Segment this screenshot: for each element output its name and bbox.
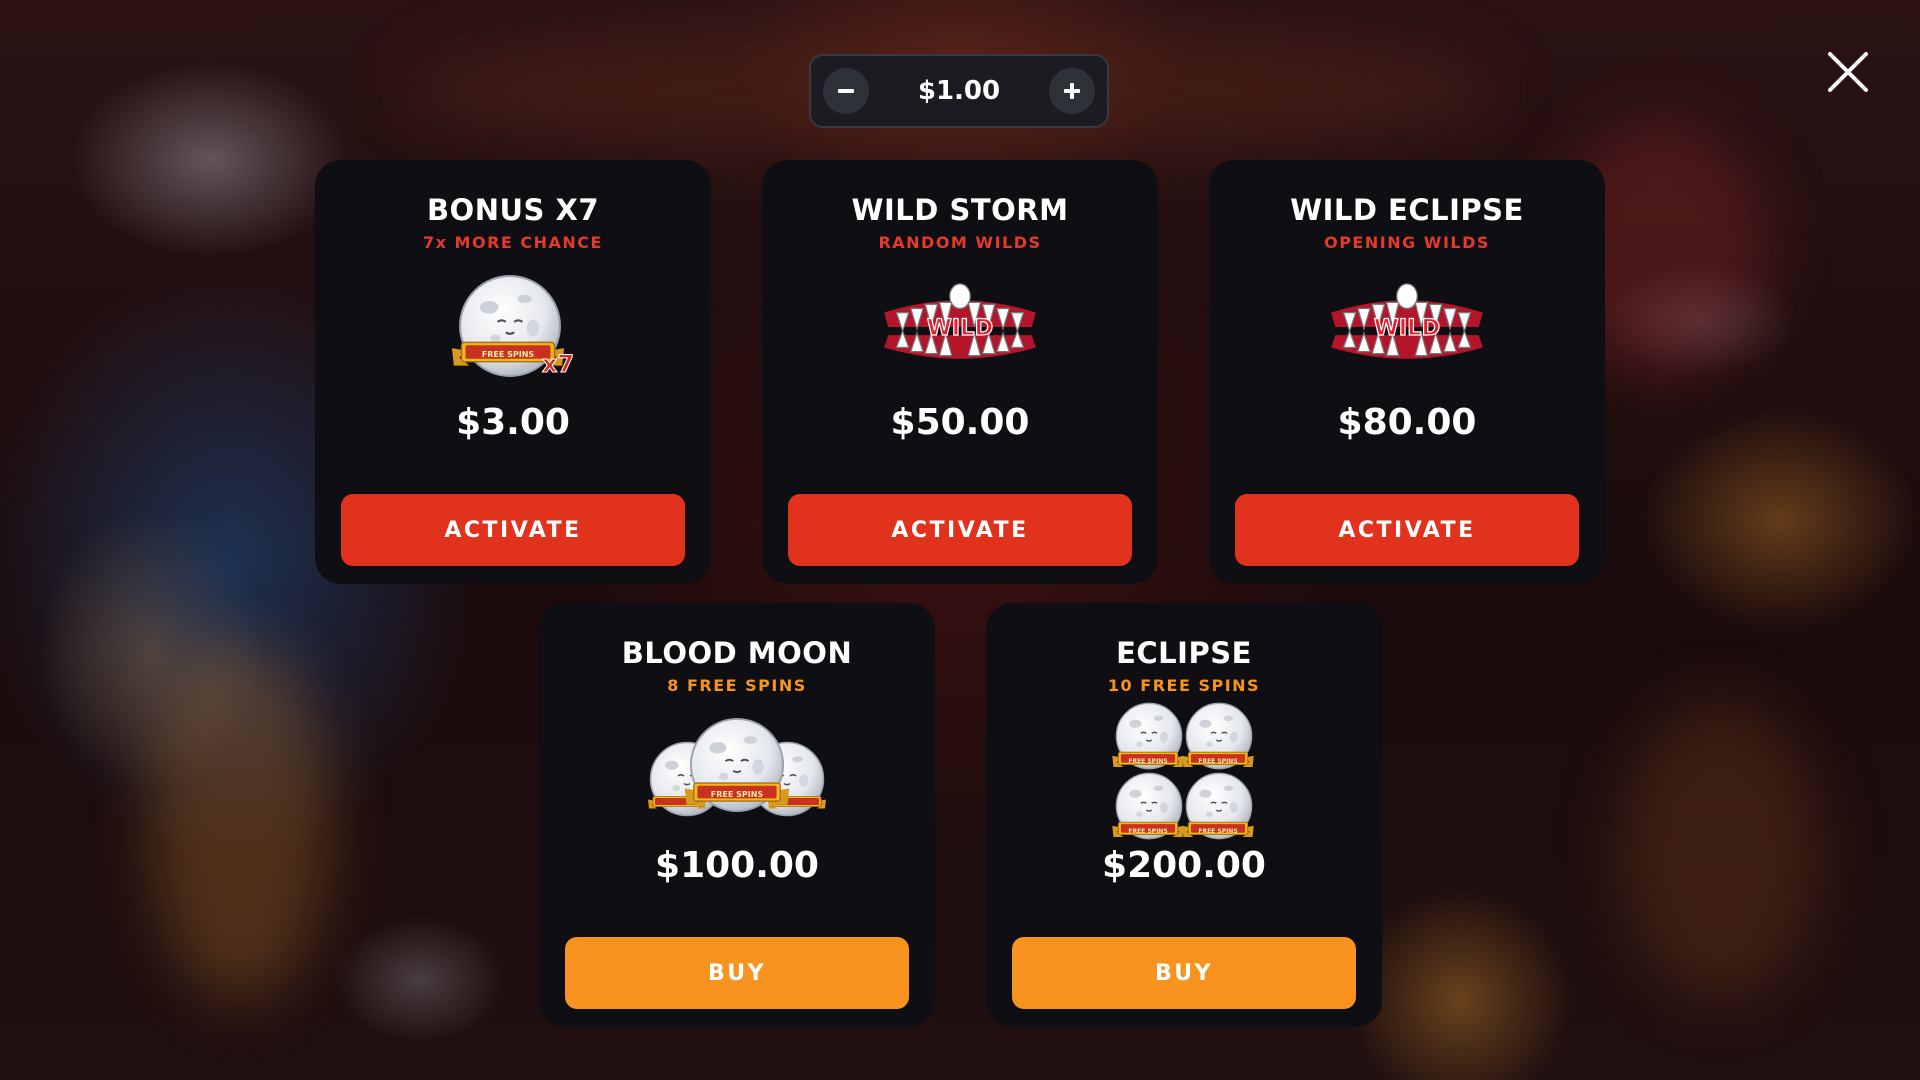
minus-icon <box>838 89 854 93</box>
moon-badge: FREE SPINS <box>1128 758 1167 765</box>
increase-bet-button[interactable] <box>1049 68 1095 114</box>
card-title: BLOOD MOON <box>621 636 853 670</box>
card-subtitle: 8 FREE SPINS <box>667 676 807 695</box>
plus-icon <box>1064 83 1080 99</box>
four-moons-free-spins-icon: FREE SPINS FREE SPINS FREE SPINS FREE SP… <box>1054 702 1314 842</box>
card-subtitle: 7x MORE CHANCE <box>423 233 603 252</box>
wild-fangs-icon: WILD <box>830 263 1090 393</box>
buy-button[interactable]: BUY <box>565 937 909 1009</box>
feature-card-blood-moon: BLOOD MOON 8 FREE SPINS FREE SPINS $100.… <box>539 603 935 1027</box>
moon-free-spins-x7-icon: FREE SPINS x7 <box>383 263 643 393</box>
feature-card-eclipse: ECLIPSE 10 FREE SPINS FREE SPINS FREE SP… <box>986 603 1382 1027</box>
close-button[interactable] <box>1826 50 1870 94</box>
wild-badge: WILD <box>927 315 993 341</box>
card-price: $80.00 <box>1337 402 1477 443</box>
card-subtitle: RANDOM WILDS <box>878 233 1042 252</box>
card-title: BONUS X7 <box>426 193 600 227</box>
moon-badge: FREE SPINS <box>1128 828 1167 835</box>
multiplier-label: x7 <box>542 350 574 378</box>
card-price: $200.00 <box>1102 845 1266 886</box>
activate-button[interactable]: ACTIVATE <box>341 494 685 566</box>
card-title: WILD ECLIPSE <box>1290 193 1524 227</box>
card-price: $50.00 <box>890 402 1030 443</box>
close-icon <box>1828 52 1868 92</box>
card-subtitle: 10 FREE SPINS <box>1107 676 1261 695</box>
three-moons-free-spins-icon: FREE SPINS <box>607 706 867 836</box>
feature-card-bonus-x7: BONUS X7 7x MORE CHANCE FREE SPINS x7 $3… <box>315 160 711 584</box>
wild-badge: WILD <box>1374 315 1440 341</box>
activate-button[interactable]: ACTIVATE <box>1235 494 1579 566</box>
buy-button[interactable]: BUY <box>1012 937 1356 1009</box>
moon-badge: FREE SPINS <box>482 350 535 359</box>
card-price: $3.00 <box>456 402 570 443</box>
wild-fangs-icon: WILD <box>1277 263 1537 393</box>
card-title: ECLIPSE <box>1116 636 1252 670</box>
bet-amount: $1.00 <box>917 76 1001 106</box>
card-subtitle: OPENING WILDS <box>1324 233 1490 252</box>
feature-card-wild-storm: WILD STORM RANDOM WILDS WILD $50.00 ACTI… <box>762 160 1158 584</box>
decrease-bet-button[interactable] <box>823 68 869 114</box>
activate-button[interactable]: ACTIVATE <box>788 494 1132 566</box>
moon-badge: FREE SPINS <box>1198 758 1237 765</box>
card-price: $100.00 <box>655 845 819 886</box>
card-title: WILD STORM <box>851 193 1069 227</box>
bet-selector: $1.00 <box>809 54 1109 128</box>
feature-card-wild-eclipse: WILD ECLIPSE OPENING WILDS WILD $80.00 A… <box>1209 160 1605 584</box>
moon-badge: FREE SPINS <box>1198 828 1237 835</box>
moon-badge: FREE SPINS <box>711 790 764 799</box>
